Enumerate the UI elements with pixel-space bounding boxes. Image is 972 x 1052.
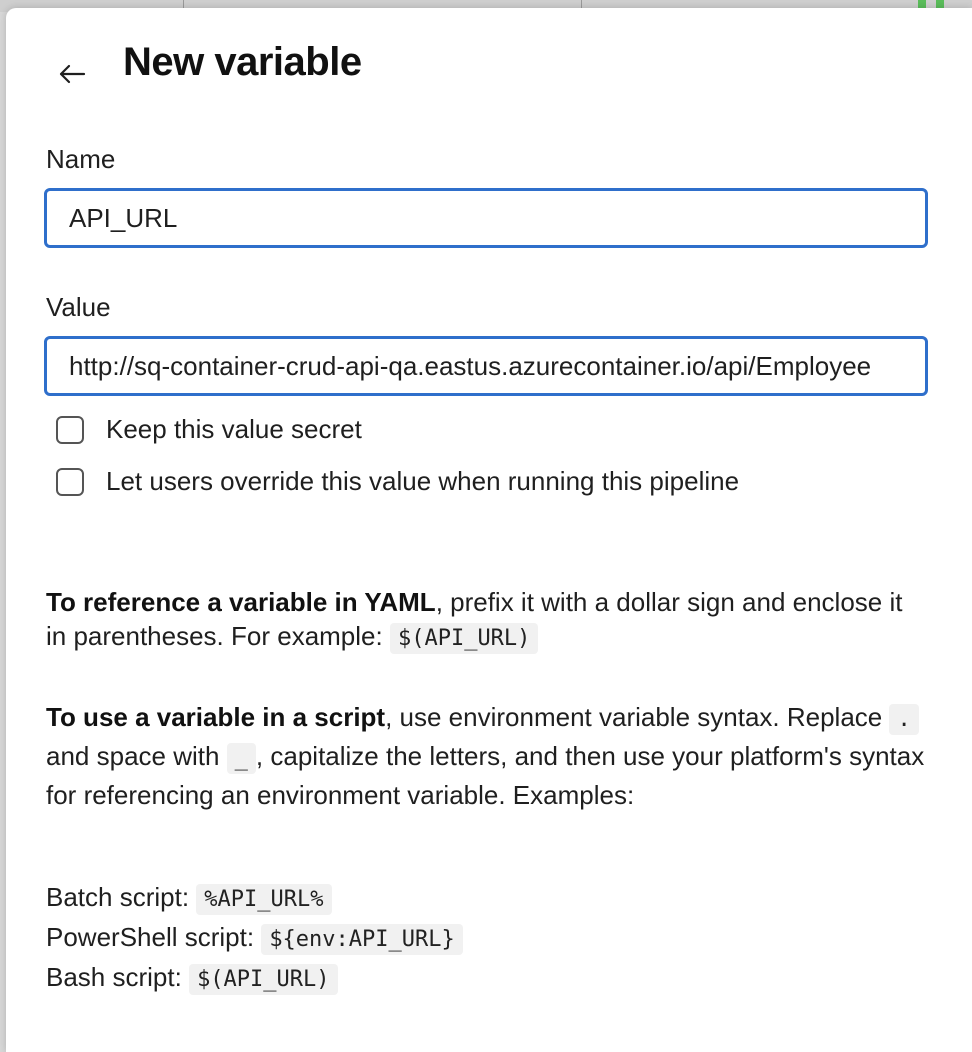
yaml-help-text: To reference a variable in YAML, prefix … [46, 585, 926, 656]
batch-example: Batch script: %API_URL% [46, 882, 332, 915]
value-label: Value [46, 292, 111, 322]
batch-example-code: %API_URL% [196, 884, 332, 915]
page-title: New variable [123, 40, 362, 84]
powershell-example-code: ${env:API_URL} [261, 924, 463, 955]
underscore-code: _ [226, 743, 256, 774]
value-input[interactable] [44, 336, 928, 396]
allow-override-label: Let users override this value when runni… [106, 466, 740, 496]
keep-secret-label: Keep this value secret [106, 414, 362, 444]
new-variable-panel: New variable Name Value Keep this value … [6, 8, 972, 1052]
yaml-help-heading: To reference a variable in YAML [46, 587, 436, 617]
keep-secret-option[interactable]: Keep this value secret [56, 414, 362, 445]
name-label: Name [46, 144, 116, 174]
script-help-body-2: and space with [46, 741, 227, 771]
name-input[interactable] [44, 188, 928, 248]
arrow-left-icon [59, 64, 86, 84]
powershell-example-label: PowerShell script: [46, 922, 262, 952]
dot-code: . [889, 704, 919, 735]
panel-header: New variable [6, 8, 972, 118]
bash-example: Bash script: $(API_URL) [46, 962, 338, 995]
batch-example-label: Batch script: [46, 882, 197, 912]
allow-override-checkbox[interactable] [56, 467, 84, 496]
keep-secret-checkbox[interactable] [56, 415, 84, 444]
bash-example-label: Bash script: [46, 962, 190, 992]
script-help-text: To use a variable in a script, use envir… [46, 699, 926, 814]
script-help-body-1: , use environment variable syntax. Repla… [385, 702, 890, 732]
powershell-example: PowerShell script: ${env:API_URL} [46, 922, 463, 955]
yaml-example-code: $(API_URL) [389, 623, 539, 654]
bash-example-code: $(API_URL) [189, 964, 338, 995]
script-help-heading: To use a variable in a script [46, 702, 386, 732]
allow-override-option[interactable]: Let users override this value when runni… [56, 466, 739, 497]
back-button[interactable] [52, 54, 92, 94]
